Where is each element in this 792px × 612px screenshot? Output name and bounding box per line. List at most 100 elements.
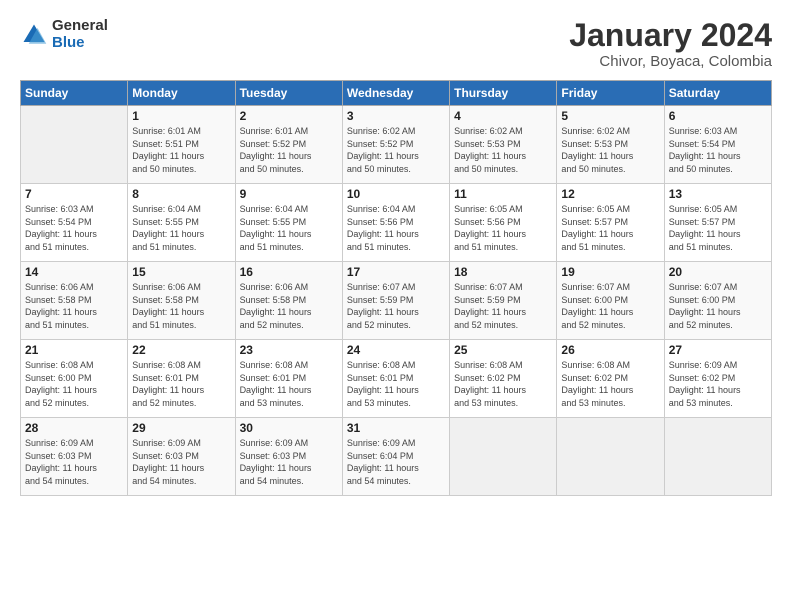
- day-number: 27: [669, 343, 767, 357]
- day-detail: Sunrise: 6:08 AMSunset: 6:01 PMDaylight:…: [132, 359, 230, 409]
- day-number: 19: [561, 265, 659, 279]
- day-detail: Sunrise: 6:07 AMSunset: 5:59 PMDaylight:…: [347, 281, 445, 331]
- day-cell: 31 Sunrise: 6:09 AMSunset: 6:04 PMDayligh…: [342, 418, 449, 496]
- week-row-4: 21 Sunrise: 6:08 AMSunset: 6:00 PMDayligh…: [21, 340, 772, 418]
- day-detail: Sunrise: 6:09 AMSunset: 6:03 PMDaylight:…: [132, 437, 230, 487]
- day-number: 14: [25, 265, 123, 279]
- day-detail: Sunrise: 6:03 AMSunset: 5:54 PMDaylight:…: [25, 203, 123, 253]
- page: General Blue January 2024 Chivor, Boyaca…: [0, 0, 792, 612]
- col-sunday: Sunday: [21, 81, 128, 106]
- day-detail: Sunrise: 6:04 AMSunset: 5:55 PMDaylight:…: [240, 203, 338, 253]
- day-detail: Sunrise: 6:07 AMSunset: 6:00 PMDaylight:…: [561, 281, 659, 331]
- day-cell: 7Sunrise: 6:03 AMSunset: 5:54 PMDaylight…: [21, 184, 128, 262]
- day-number: 12: [561, 187, 659, 201]
- day-cell: 22Sunrise: 6:08 AMSunset: 6:01 PMDayligh…: [128, 340, 235, 418]
- day-detail: Sunrise: 6:02 AMSunset: 5:52 PMDaylight:…: [347, 125, 445, 175]
- day-cell: 15Sunrise: 6:06 AMSunset: 5:58 PMDayligh…: [128, 262, 235, 340]
- day-number: 23: [240, 343, 338, 357]
- day-number: 26: [561, 343, 659, 357]
- col-saturday: Saturday: [664, 81, 771, 106]
- day-cell: 2 Sunrise: 6:01 AMSunset: 5:52 PMDaylight…: [235, 106, 342, 184]
- day-detail: Sunrise: 6:02 AMSunset: 5:53 PMDaylight:…: [561, 125, 659, 175]
- day-cell: 17Sunrise: 6:07 AMSunset: 5:59 PMDayligh…: [342, 262, 449, 340]
- day-cell: 28 Sunrise: 6:09 AMSunset: 6:03 PMDayligh…: [21, 418, 128, 496]
- day-number: 13: [669, 187, 767, 201]
- calendar-title: January 2024: [569, 18, 772, 53]
- day-cell: [21, 106, 128, 184]
- day-cell: 8Sunrise: 6:04 AMSunset: 5:55 PMDaylight…: [128, 184, 235, 262]
- day-number: 16: [240, 265, 338, 279]
- day-number: 1: [132, 109, 230, 123]
- day-detail: Sunrise: 6:06 AMSunset: 5:58 PMDaylight:…: [240, 281, 338, 331]
- col-wednesday: Wednesday: [342, 81, 449, 106]
- day-detail: Sunrise: 6:08 AMSunset: 6:00 PMDaylight:…: [25, 359, 123, 409]
- day-detail: Sunrise: 6:05 AMSunset: 5:56 PMDaylight:…: [454, 203, 552, 253]
- day-cell: 25Sunrise: 6:08 AMSunset: 6:02 PMDayligh…: [450, 340, 557, 418]
- day-number: 18: [454, 265, 552, 279]
- day-detail: Sunrise: 6:09 AMSunset: 6:02 PMDaylight:…: [669, 359, 767, 409]
- day-cell: 3 Sunrise: 6:02 AMSunset: 5:52 PMDaylight…: [342, 106, 449, 184]
- day-cell: 11 Sunrise: 6:05 AMSunset: 5:56 PMDayligh…: [450, 184, 557, 262]
- calendar-header: Sunday Monday Tuesday Wednesday Thursday…: [21, 81, 772, 106]
- calendar-table: Sunday Monday Tuesday Wednesday Thursday…: [20, 80, 772, 496]
- day-number: 21: [25, 343, 123, 357]
- day-number: 28: [25, 421, 123, 435]
- logo-general: General: [52, 18, 108, 35]
- day-cell: 20Sunrise: 6:07 AMSunset: 6:00 PMDayligh…: [664, 262, 771, 340]
- header: General Blue January 2024 Chivor, Boyaca…: [20, 18, 772, 70]
- day-number: 30: [240, 421, 338, 435]
- day-cell: 1Sunrise: 6:01 AMSunset: 5:51 PMDaylight…: [128, 106, 235, 184]
- day-cell: 30 Sunrise: 6:09 AMSunset: 6:03 PMDayligh…: [235, 418, 342, 496]
- day-cell: [450, 418, 557, 496]
- day-cell: 4Sunrise: 6:02 AMSunset: 5:53 PMDaylight…: [450, 106, 557, 184]
- day-detail: Sunrise: 6:08 AMSunset: 6:01 PMDaylight:…: [240, 359, 338, 409]
- day-cell: 27 Sunrise: 6:09 AMSunset: 6:02 PMDayligh…: [664, 340, 771, 418]
- day-number: 10: [347, 187, 445, 201]
- day-cell: 9 Sunrise: 6:04 AMSunset: 5:55 PMDaylight…: [235, 184, 342, 262]
- day-number: 25: [454, 343, 552, 357]
- week-row-2: 7Sunrise: 6:03 AMSunset: 5:54 PMDaylight…: [21, 184, 772, 262]
- day-detail: Sunrise: 6:09 AMSunset: 6:03 PMDaylight:…: [240, 437, 338, 487]
- day-cell: 12 Sunrise: 6:05 AMSunset: 5:57 PMDayligh…: [557, 184, 664, 262]
- day-number: 15: [132, 265, 230, 279]
- day-cell: 26Sunrise: 6:08 AMSunset: 6:02 PMDayligh…: [557, 340, 664, 418]
- day-detail: Sunrise: 6:01 AMSunset: 5:52 PMDaylight:…: [240, 125, 338, 175]
- logo: General Blue: [20, 18, 108, 51]
- logo-icon: [20, 21, 48, 49]
- day-detail: Sunrise: 6:02 AMSunset: 5:53 PMDaylight:…: [454, 125, 552, 175]
- calendar-subtitle: Chivor, Boyaca, Colombia: [569, 53, 772, 70]
- day-detail: Sunrise: 6:07 AMSunset: 5:59 PMDaylight:…: [454, 281, 552, 331]
- logo-text: General Blue: [52, 18, 108, 51]
- day-cell: 5Sunrise: 6:02 AMSunset: 5:53 PMDaylight…: [557, 106, 664, 184]
- logo-blue: Blue: [52, 35, 108, 52]
- day-detail: Sunrise: 6:05 AMSunset: 5:57 PMDaylight:…: [561, 203, 659, 253]
- day-detail: Sunrise: 6:04 AMSunset: 5:55 PMDaylight:…: [132, 203, 230, 253]
- day-cell: 10 Sunrise: 6:04 AMSunset: 5:56 PMDayligh…: [342, 184, 449, 262]
- day-cell: 16 Sunrise: 6:06 AMSunset: 5:58 PMDayligh…: [235, 262, 342, 340]
- day-number: 3: [347, 109, 445, 123]
- day-cell: [664, 418, 771, 496]
- day-cell: 29 Sunrise: 6:09 AMSunset: 6:03 PMDayligh…: [128, 418, 235, 496]
- day-cell: 21 Sunrise: 6:08 AMSunset: 6:00 PMDayligh…: [21, 340, 128, 418]
- day-detail: Sunrise: 6:09 AMSunset: 6:04 PMDaylight:…: [347, 437, 445, 487]
- day-detail: Sunrise: 6:04 AMSunset: 5:56 PMDaylight:…: [347, 203, 445, 253]
- header-row: Sunday Monday Tuesday Wednesday Thursday…: [21, 81, 772, 106]
- col-tuesday: Tuesday: [235, 81, 342, 106]
- day-cell: 18 Sunrise: 6:07 AMSunset: 5:59 PMDayligh…: [450, 262, 557, 340]
- calendar-body: 1Sunrise: 6:01 AMSunset: 5:51 PMDaylight…: [21, 106, 772, 496]
- day-number: 24: [347, 343, 445, 357]
- day-cell: 19 Sunrise: 6:07 AMSunset: 6:00 PMDayligh…: [557, 262, 664, 340]
- day-detail: Sunrise: 6:09 AMSunset: 6:03 PMDaylight:…: [25, 437, 123, 487]
- day-cell: 23 Sunrise: 6:08 AMSunset: 6:01 PMDayligh…: [235, 340, 342, 418]
- day-number: 9: [240, 187, 338, 201]
- day-number: 11: [454, 187, 552, 201]
- day-number: 6: [669, 109, 767, 123]
- day-detail: Sunrise: 6:03 AMSunset: 5:54 PMDaylight:…: [669, 125, 767, 175]
- day-detail: Sunrise: 6:06 AMSunset: 5:58 PMDaylight:…: [25, 281, 123, 331]
- day-number: 29: [132, 421, 230, 435]
- week-row-1: 1Sunrise: 6:01 AMSunset: 5:51 PMDaylight…: [21, 106, 772, 184]
- day-cell: 14 Sunrise: 6:06 AMSunset: 5:58 PMDayligh…: [21, 262, 128, 340]
- day-number: 2: [240, 109, 338, 123]
- col-friday: Friday: [557, 81, 664, 106]
- day-number: 31: [347, 421, 445, 435]
